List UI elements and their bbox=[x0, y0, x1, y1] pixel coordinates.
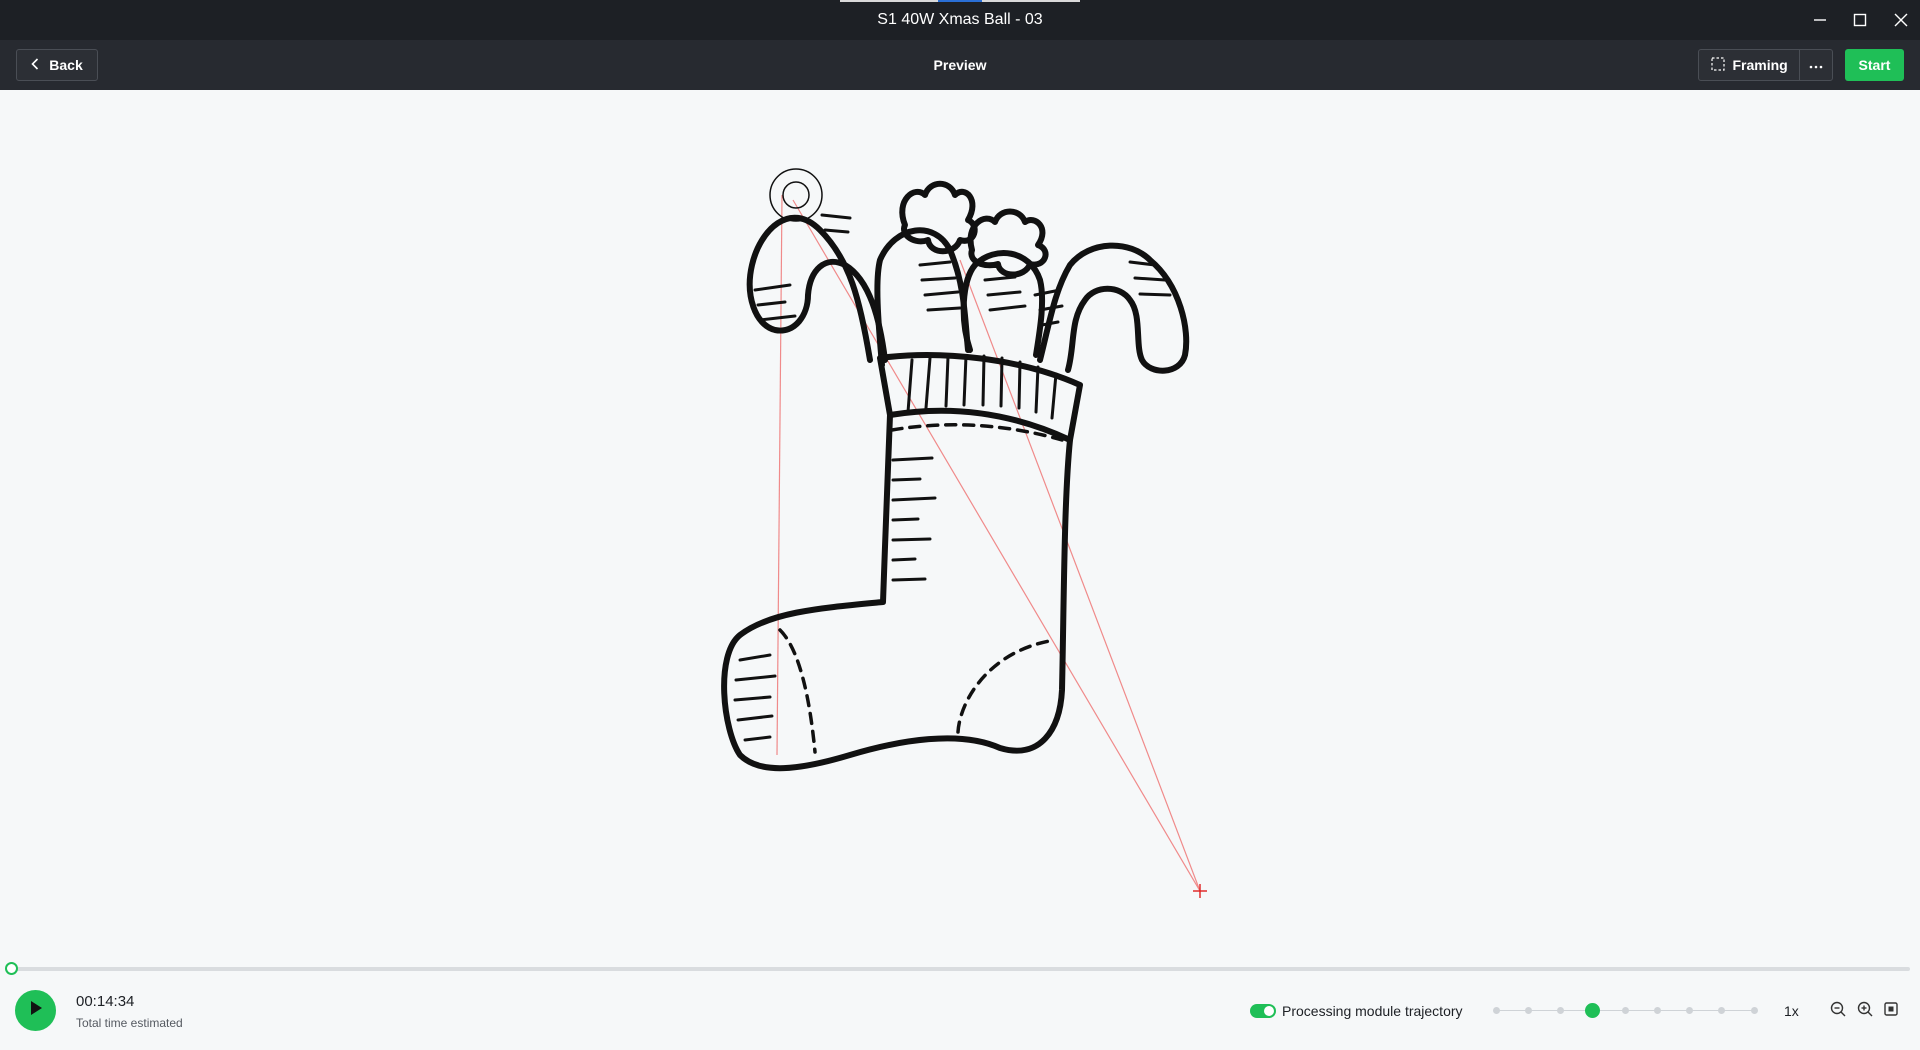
speed-slider-tick[interactable] bbox=[1718, 1007, 1726, 1014]
speed-slider-tick[interactable] bbox=[1686, 1007, 1693, 1014]
toolbar: Back Preview Framing Start bbox=[0, 40, 1920, 90]
estimated-time: 00:14:34 bbox=[76, 993, 135, 1010]
speed-slider-tick[interactable] bbox=[1621, 1007, 1629, 1014]
stocking-hatching bbox=[733, 213, 1172, 742]
more-icon bbox=[1809, 56, 1823, 74]
toggle-knob bbox=[1264, 1006, 1274, 1016]
fit-screen-icon bbox=[1883, 1001, 1899, 1022]
window-titlebar: S1 40W Xmas Ball - 03 bbox=[0, 0, 1920, 40]
speed-value: 1x bbox=[1784, 1003, 1799, 1019]
minimize-icon[interactable] bbox=[1808, 8, 1832, 32]
zoom-out-button[interactable] bbox=[1828, 1001, 1848, 1021]
start-button[interactable]: Start bbox=[1845, 49, 1904, 81]
zoom-out-icon bbox=[1830, 1001, 1846, 1022]
speed-slider-tick[interactable] bbox=[1492, 1007, 1500, 1014]
page-title: Preview bbox=[933, 57, 987, 73]
play-button[interactable] bbox=[15, 990, 56, 1031]
fit-screen-button[interactable] bbox=[1881, 1001, 1901, 1021]
framing-icon bbox=[1710, 56, 1725, 74]
speed-slider-handle[interactable] bbox=[1585, 1003, 1601, 1018]
timeline-track[interactable] bbox=[5, 962, 1910, 975]
crosshair-icon bbox=[1193, 884, 1207, 898]
trajectory-toggle[interactable] bbox=[1250, 1004, 1276, 1018]
preview-drawing bbox=[721, 168, 1207, 898]
maximize-icon[interactable] bbox=[1848, 8, 1872, 32]
framing-button[interactable]: Framing bbox=[1699, 50, 1801, 80]
speed-slider[interactable] bbox=[1492, 1001, 1758, 1021]
speed-slider-tick[interactable] bbox=[1750, 1007, 1758, 1014]
framing-button-group: Framing bbox=[1698, 49, 1833, 81]
preview-canvas[interactable] bbox=[0, 90, 1920, 960]
trajectory-lines bbox=[776, 194, 1201, 892]
timeline-handle[interactable] bbox=[5, 962, 18, 975]
speed-slider-tick[interactable] bbox=[1524, 1007, 1532, 1014]
trajectory-label: Processing module trajectory bbox=[1282, 1003, 1463, 1019]
speed-slider-tick[interactable] bbox=[1653, 1007, 1661, 1014]
hanging-ring bbox=[769, 168, 823, 222]
window-title: S1 40W Xmas Ball - 03 bbox=[877, 11, 1043, 28]
more-options-button[interactable] bbox=[1800, 50, 1832, 80]
estimated-time-label: Total time estimated bbox=[76, 1016, 183, 1030]
stocking-stitches bbox=[778, 423, 1064, 754]
zoom-in-button[interactable] bbox=[1855, 1001, 1875, 1021]
zoom-in-icon bbox=[1857, 1001, 1873, 1022]
close-icon[interactable] bbox=[1889, 8, 1913, 32]
speed-slider-tick[interactable] bbox=[1557, 1007, 1564, 1014]
framing-button-label: Framing bbox=[1732, 57, 1788, 73]
play-icon bbox=[29, 1000, 43, 1021]
